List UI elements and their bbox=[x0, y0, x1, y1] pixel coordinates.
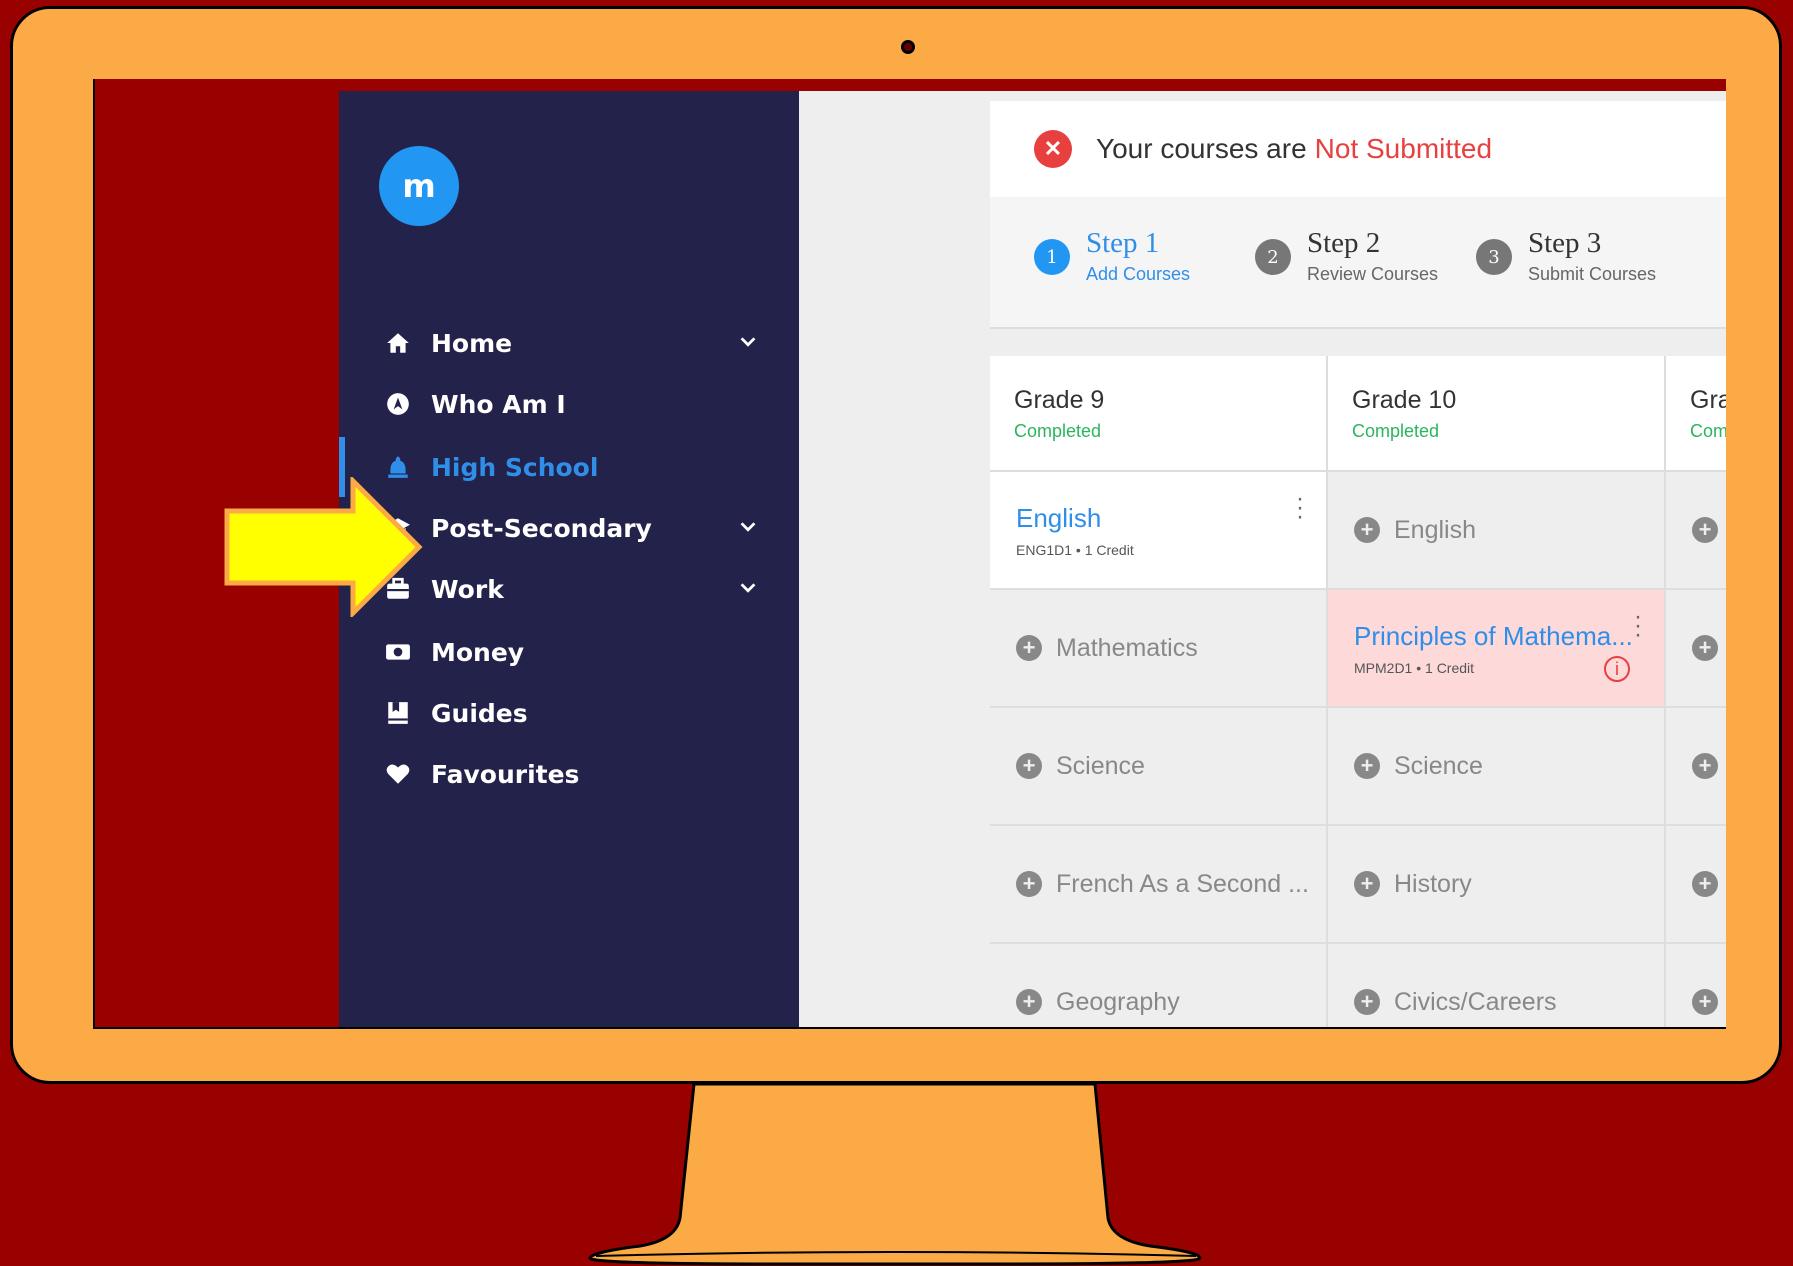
money-icon bbox=[383, 637, 413, 667]
course-card-error[interactable]: Principles of Mathema... MPM2D1 • 1 Cred… bbox=[1328, 588, 1666, 706]
sidebar-item-label: High School bbox=[431, 452, 599, 482]
sidebar-item-favourites[interactable]: Favourites bbox=[339, 744, 799, 804]
grade-11-header: Gra Com bbox=[1666, 356, 1726, 470]
step-subtitle: Add Courses bbox=[1086, 264, 1191, 284]
status-prefix: Your courses are bbox=[1096, 133, 1307, 164]
sidebar-item-label: Money bbox=[431, 637, 525, 667]
course-slot-label: Civics/Careers bbox=[1394, 987, 1557, 1016]
home-icon bbox=[383, 328, 413, 358]
sidebar-item-label: Home bbox=[431, 328, 513, 358]
course-name[interactable]: Principles of Mathema... bbox=[1354, 621, 1633, 652]
step-title: Step 3 bbox=[1528, 227, 1602, 259]
add-course-slot[interactable]: + Geography bbox=[990, 942, 1328, 1027]
plus-circle-icon: + bbox=[1354, 989, 1380, 1015]
course-meta: MPM2D1 • 1 Credit bbox=[1354, 659, 1475, 676]
step-number-badge: 1 bbox=[1034, 239, 1070, 275]
error-circle-icon: ✕ bbox=[1034, 130, 1072, 168]
plus-circle-icon: + bbox=[1692, 871, 1718, 897]
more-options-icon[interactable]: · · · bbox=[1296, 487, 1304, 529]
monitor-frame: m Home Who Am I High School Post-Seconda… bbox=[10, 6, 1782, 1084]
grade-title: Grade 9 bbox=[1014, 386, 1105, 414]
plus-circle-icon: + bbox=[1354, 517, 1380, 543]
sidebar-item-label: Guides bbox=[431, 698, 528, 728]
plus-circle-icon: + bbox=[1016, 989, 1042, 1015]
more-options-icon[interactable]: · · · bbox=[1634, 605, 1642, 647]
step-subtitle: Review Courses bbox=[1307, 264, 1439, 284]
add-course-slot[interactable]: + History bbox=[1328, 824, 1666, 942]
course-meta: ENG1D1 • 1 Credit bbox=[1016, 541, 1134, 558]
book-icon bbox=[383, 698, 413, 728]
heart-icon bbox=[383, 759, 413, 789]
brand-logo[interactable]: m bbox=[379, 146, 459, 226]
step-number-badge: 2 bbox=[1255, 239, 1291, 275]
add-course-slot[interactable]: + French As a Second ... bbox=[990, 824, 1328, 942]
course-name[interactable]: English bbox=[1016, 503, 1134, 534]
add-course-slot[interactable]: + Science bbox=[1328, 706, 1666, 824]
grade-9-header: Grade 9 Completed bbox=[990, 356, 1328, 470]
step-number-badge: 3 bbox=[1476, 239, 1512, 275]
course-slot-label: Science bbox=[1394, 751, 1483, 780]
status-text: Your courses are Not Submitted bbox=[1096, 133, 1492, 165]
sidebar-item-home[interactable]: Home bbox=[339, 313, 799, 373]
step-title: Step 1 bbox=[1086, 227, 1160, 259]
status-value: Not Submitted bbox=[1314, 133, 1493, 164]
step-1[interactable]: 1 Step 1 Add Courses bbox=[1034, 227, 1190, 285]
grade-status: Completed bbox=[1014, 421, 1102, 441]
plus-circle-icon: + bbox=[1692, 635, 1718, 661]
plus-circle-icon: + bbox=[1354, 871, 1380, 897]
info-warning-icon[interactable]: i bbox=[1604, 656, 1630, 682]
add-course-slot[interactable]: + bbox=[1666, 706, 1726, 824]
sidebar-item-guides[interactable]: Guides bbox=[339, 683, 799, 743]
course-slot-label: French As a Second ... bbox=[1056, 869, 1309, 898]
add-course-slot[interactable]: + Mathematics bbox=[990, 588, 1328, 706]
course-slot-label: English bbox=[1394, 515, 1476, 544]
plus-circle-icon: + bbox=[1016, 635, 1042, 661]
step-subtitle: Submit Courses bbox=[1528, 264, 1657, 284]
step-3[interactable]: 3 Step 3 Submit Courses bbox=[1476, 227, 1656, 285]
grade-status: Com bbox=[1690, 421, 1726, 441]
add-course-slot[interactable]: + Civics/Careers bbox=[1328, 942, 1666, 1027]
add-course-slot[interactable]: + bbox=[1666, 470, 1726, 588]
step-title: Step 2 bbox=[1307, 227, 1381, 259]
sidebar-item-money[interactable]: Money bbox=[339, 622, 799, 682]
sidebar-item-label: Favourites bbox=[431, 759, 580, 789]
plus-circle-icon: + bbox=[1354, 753, 1380, 779]
course-slot-label: History bbox=[1394, 869, 1472, 898]
screen: m Home Who Am I High School Post-Seconda… bbox=[93, 79, 1726, 1029]
step-2[interactable]: 2 Step 2 Review Courses bbox=[1255, 227, 1438, 285]
plus-circle-icon: + bbox=[1692, 517, 1718, 543]
grade-10-header: Grade 10 Completed bbox=[1328, 356, 1666, 470]
pointer-arrow-icon bbox=[224, 477, 423, 617]
course-slot-label: Mathematics bbox=[1056, 633, 1198, 662]
course-grid: Grade 9 Completed Grade 10 Completed Gra… bbox=[990, 356, 1726, 1027]
chevron-down-icon[interactable] bbox=[737, 331, 759, 358]
chevron-down-icon[interactable] bbox=[737, 577, 759, 604]
sidebar-item-who-am-i[interactable]: Who Am I bbox=[339, 374, 799, 434]
submission-status-banner: ✕ Your courses are Not Submitted bbox=[990, 101, 1726, 198]
add-course-slot[interactable]: + Science bbox=[990, 706, 1328, 824]
chevron-down-icon[interactable] bbox=[737, 516, 759, 543]
plus-circle-icon: + bbox=[1016, 871, 1042, 897]
plus-circle-icon: + bbox=[1692, 753, 1718, 779]
main-content: ✕ Your courses are Not Submitted 1 Step 1… bbox=[799, 91, 1726, 1027]
sidebar-item-label: Who Am I bbox=[431, 389, 566, 419]
course-card[interactable]: English ENG1D1 • 1 Credit · · · bbox=[990, 470, 1328, 588]
camera-icon bbox=[901, 40, 915, 54]
course-slot-label: Science bbox=[1056, 751, 1145, 780]
grade-title: Gra bbox=[1690, 386, 1726, 414]
add-course-slot[interactable]: + bbox=[1666, 942, 1726, 1027]
grade-title: Grade 10 bbox=[1352, 386, 1457, 414]
steps-progress: 1 Step 1 Add Courses 2 Step 2 Review Cou… bbox=[990, 197, 1726, 329]
plus-circle-icon: + bbox=[1016, 753, 1042, 779]
sidebar-item-label: Work bbox=[431, 574, 504, 604]
plus-circle-icon: + bbox=[1692, 989, 1718, 1015]
compass-icon bbox=[383, 389, 413, 419]
add-course-slot[interactable]: + bbox=[1666, 588, 1726, 706]
sidebar-item-label: Post-Secondary bbox=[431, 513, 652, 543]
grade-status: Completed bbox=[1352, 421, 1440, 441]
add-course-slot[interactable]: + bbox=[1666, 824, 1726, 942]
add-course-slot[interactable]: + English bbox=[1328, 470, 1666, 588]
course-slot-label: Geography bbox=[1056, 987, 1180, 1016]
